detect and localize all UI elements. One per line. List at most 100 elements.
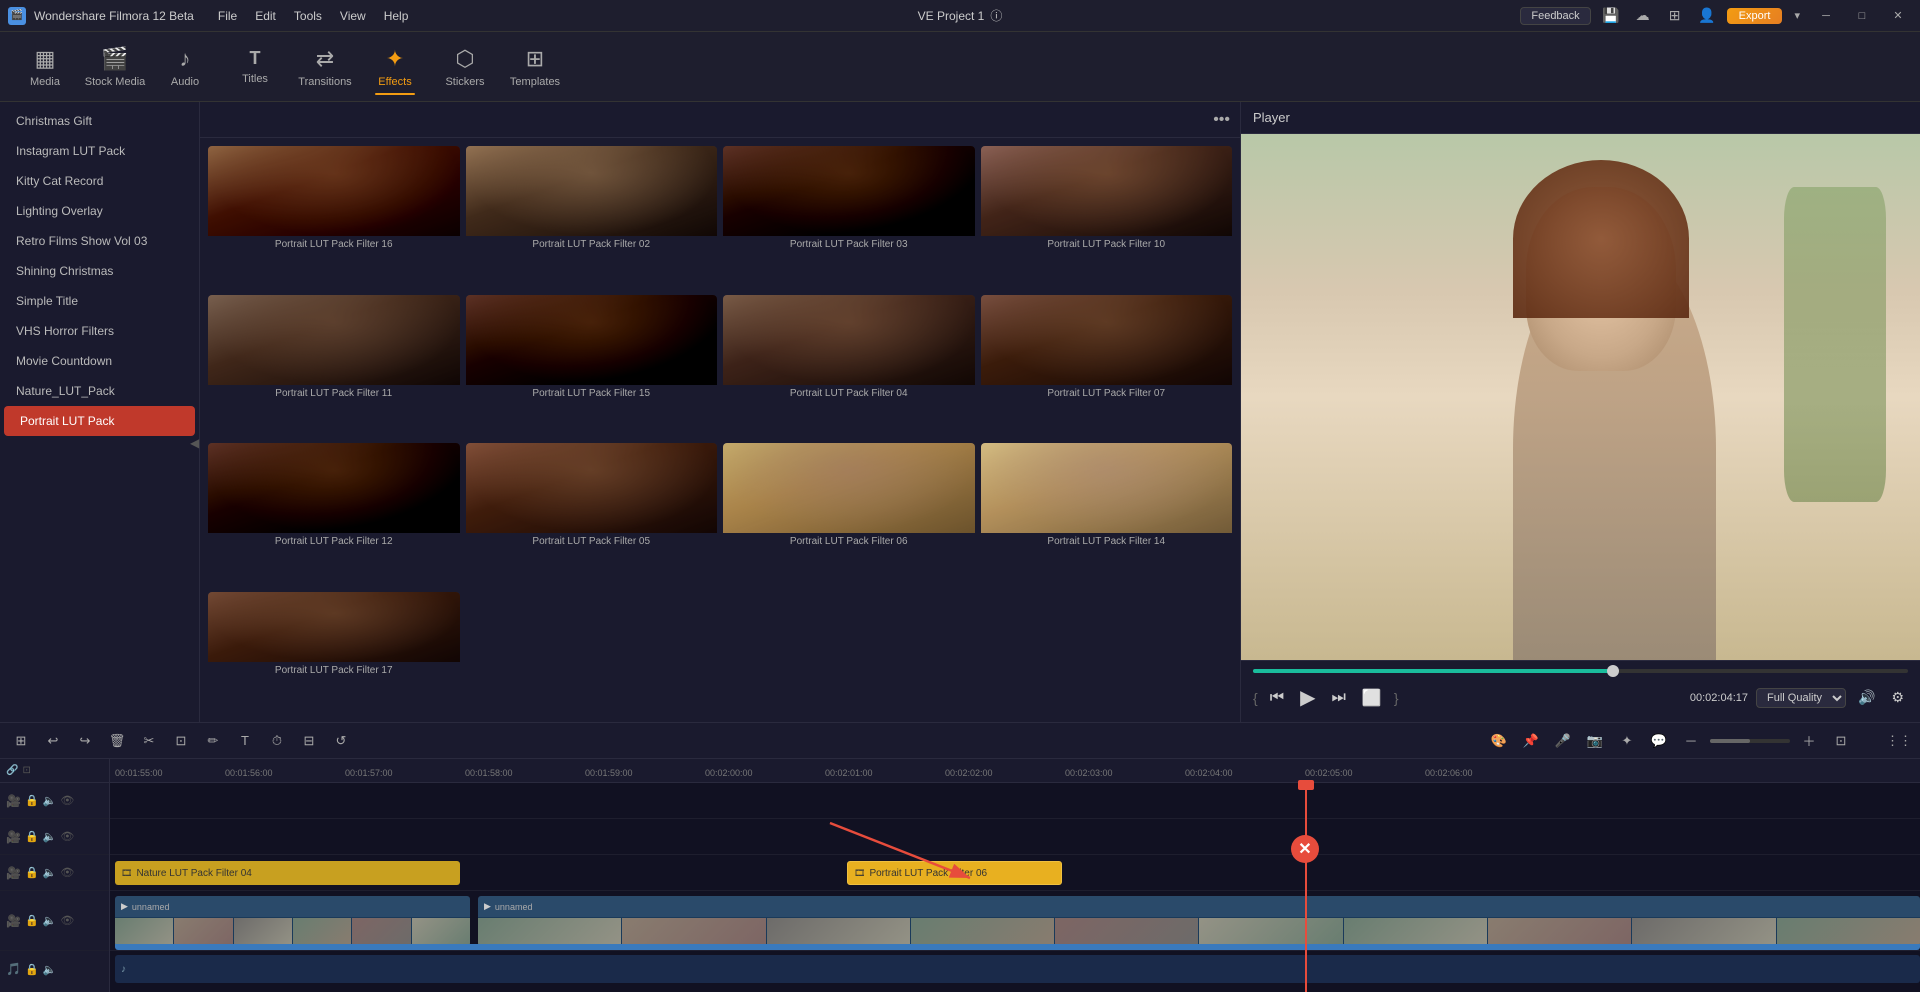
sidebar-item-portrait-lut[interactable]: Portrait LUT Pack	[4, 406, 195, 436]
track2-eye-icon[interactable]: 👁	[60, 830, 74, 843]
playhead-handle[interactable]	[1298, 780, 1314, 790]
menu-edit[interactable]: Edit	[247, 7, 284, 25]
pen-icon[interactable]: ✏	[200, 728, 226, 754]
profile-icon[interactable]: 👤	[1695, 4, 1719, 28]
sidebar-item-lighting[interactable]: Lighting Overlay	[0, 196, 199, 226]
feedback-button[interactable]: Feedback	[1520, 7, 1590, 25]
effects-tl-icon[interactable]: ✦	[1614, 728, 1640, 754]
effect-card-filter07[interactable]: 🔒 Portrait LUT Pack Filter 07	[981, 295, 1233, 438]
track3-eye-icon[interactable]: 👁	[60, 866, 74, 879]
effect-card-filter02[interactable]: Portrait LUT Pack Filter 02	[466, 146, 718, 289]
adjust-icon[interactable]: ⊟	[296, 728, 322, 754]
magnet-icon[interactable]: ⊡	[22, 765, 30, 776]
delete-icon[interactable]: 🗑	[104, 728, 130, 754]
zoom-in-icon[interactable]: ＋	[1796, 728, 1822, 754]
track3-lock-icon[interactable]: 🔒	[25, 866, 39, 879]
track4-mute-icon[interactable]: 🔈	[43, 914, 57, 927]
nature-lut-clip[interactable]: 🎞 Nature LUT Pack Filter 04	[115, 861, 460, 885]
collapse-panel-button[interactable]: ◀	[190, 436, 199, 450]
effect-card-filter16[interactable]: Portrait LUT Pack Filter 16	[208, 146, 460, 289]
effect-card-filter14[interactable]: 🔒 Portrait LUT Pack Filter 14	[981, 443, 1233, 586]
sidebar-item-nature-lut[interactable]: Nature_LUT_Pack	[0, 376, 199, 406]
track1-lock-icon[interactable]: 🔒	[25, 794, 39, 807]
camera-icon[interactable]: 📷	[1582, 728, 1608, 754]
menu-help[interactable]: Help	[376, 7, 417, 25]
undo-icon[interactable]: ↩	[40, 728, 66, 754]
track1-eye-icon[interactable]: 👁	[60, 794, 74, 807]
bookmark-icon[interactable]: 📌	[1518, 728, 1544, 754]
zoom-slider[interactable]	[1710, 739, 1790, 743]
effect-card-filter12[interactable]: 🔒 Portrait LUT Pack Filter 12	[208, 443, 460, 586]
audio-lock-icon[interactable]: 🔒	[25, 963, 39, 976]
audio-output-icon[interactable]: 🔊	[1854, 685, 1879, 710]
quality-select[interactable]: Full Quality 1/2 Quality 1/4 Quality	[1756, 688, 1846, 708]
toolbar-titles[interactable]: T Titles	[220, 37, 290, 97]
crop-icon[interactable]: ⊡	[168, 728, 194, 754]
fit-icon[interactable]: ⊡	[1828, 728, 1854, 754]
track4-eye-icon[interactable]: 👁	[60, 914, 74, 927]
text-icon[interactable]: T	[232, 728, 258, 754]
fullscreen-button[interactable]: ⬜	[1358, 684, 1386, 712]
cut-icon[interactable]: ✂	[136, 728, 162, 754]
minimize-button[interactable]: ─	[1812, 6, 1840, 26]
player-seek-bar[interactable]	[1253, 669, 1908, 673]
menu-file[interactable]: File	[210, 7, 245, 25]
sidebar-item-simple-title[interactable]: Simple Title	[0, 286, 199, 316]
delete-clip-button[interactable]: ✕	[1291, 835, 1319, 863]
track1-mute-icon[interactable]: 🔈	[43, 794, 57, 807]
sidebar-item-movie-countdown[interactable]: Movie Countdown	[0, 346, 199, 376]
close-button[interactable]: ✕	[1884, 6, 1912, 26]
effect-card-filter06[interactable]: 🔒 Portrait LUT Pack Filter 06	[723, 443, 975, 586]
zoom-out-icon[interactable]: －	[1678, 728, 1704, 754]
export-button[interactable]: Export	[1727, 8, 1783, 24]
jump-end-icon[interactable]: }	[1394, 690, 1399, 706]
more-options-icon[interactable]: •••	[1213, 111, 1230, 129]
toolbar-transitions[interactable]: ⇄ Transitions	[290, 37, 360, 97]
audio-clip[interactable]: ♪	[115, 955, 1920, 983]
effect-card-filter10[interactable]: Portrait LUT Pack Filter 10	[981, 146, 1233, 289]
step-forward-button[interactable]: ⏭	[1327, 685, 1349, 711]
more-icon[interactable]: ⋮⋮	[1886, 728, 1912, 754]
effect-card-filter17[interactable]: 🔒 Portrait LUT Pack Filter 17	[208, 592, 460, 715]
effect-card-filter04[interactable]: 🔒 Portrait LUT Pack Filter 04	[723, 295, 975, 438]
project-info-icon[interactable]: ⓘ	[990, 7, 1002, 24]
color-icon[interactable]: 🎨	[1486, 728, 1512, 754]
mic-icon[interactable]: 🎤	[1550, 728, 1576, 754]
sidebar-item-instagram-lut[interactable]: Instagram LUT Pack	[0, 136, 199, 166]
sidebar-item-kitty-cat[interactable]: Kitty Cat Record	[0, 166, 199, 196]
track2-mute-icon[interactable]: 🔈	[43, 830, 57, 843]
link-icon[interactable]: 🔗	[6, 765, 18, 776]
toolbar-templates[interactable]: ⊞ Templates	[500, 37, 570, 97]
caption-icon[interactable]: 💬	[1646, 728, 1672, 754]
toolbar-stock-media[interactable]: 🎬 Stock Media	[80, 37, 150, 97]
save-icon[interactable]: 💾	[1599, 4, 1623, 28]
menu-view[interactable]: View	[332, 7, 374, 25]
split-icon[interactable]: ⊞	[8, 728, 34, 754]
menu-tools[interactable]: Tools	[286, 7, 330, 25]
grid-icon[interactable]: ⊞	[1663, 4, 1687, 28]
sidebar-item-vhs[interactable]: VHS Horror Filters	[0, 316, 199, 346]
toolbar-media[interactable]: ▦ Media	[10, 37, 80, 97]
audio-mute-icon[interactable]: 🔈	[43, 963, 57, 976]
effect-card-filter05[interactable]: 🔒 Portrait LUT Pack Filter 05	[466, 443, 718, 586]
step-back-button[interactable]: ⏮	[1266, 685, 1288, 711]
toolbar-stickers[interactable]: ⬡ Stickers	[430, 37, 500, 97]
video-clip-2[interactable]: ▶ unnamed	[478, 896, 1920, 946]
player-seek-handle[interactable]	[1607, 665, 1619, 677]
jump-start-icon[interactable]: {	[1253, 690, 1258, 706]
track3-mute-icon[interactable]: 🔈	[43, 866, 57, 879]
track4-lock-icon[interactable]: 🔒	[25, 914, 39, 927]
effect-card-filter11[interactable]: 🔒 Portrait LUT Pack Filter 11	[208, 295, 460, 438]
settings-icon[interactable]: ⚙	[1887, 685, 1908, 710]
sidebar-item-christmas-gift[interactable]: Christmas Gift	[0, 106, 199, 136]
sidebar-item-retro-films[interactable]: Retro Films Show Vol 03	[0, 226, 199, 256]
effect-card-filter15[interactable]: 🔒 Portrait LUT Pack Filter 15	[466, 295, 718, 438]
video-clip-1[interactable]: ▶ unnamed	[115, 896, 470, 946]
portrait-lut-clip[interactable]: 🎞 Portrait LUT Pack Filter 06	[847, 861, 1062, 885]
play-button[interactable]: ▶	[1296, 681, 1319, 714]
timer-icon[interactable]: ⏱	[264, 728, 290, 754]
track2-lock-icon[interactable]: 🔒	[25, 830, 39, 843]
toolbar-audio[interactable]: ♪ Audio	[150, 37, 220, 97]
sidebar-item-shining[interactable]: Shining Christmas	[0, 256, 199, 286]
toolbar-effects[interactable]: ✦ Effects	[360, 37, 430, 97]
